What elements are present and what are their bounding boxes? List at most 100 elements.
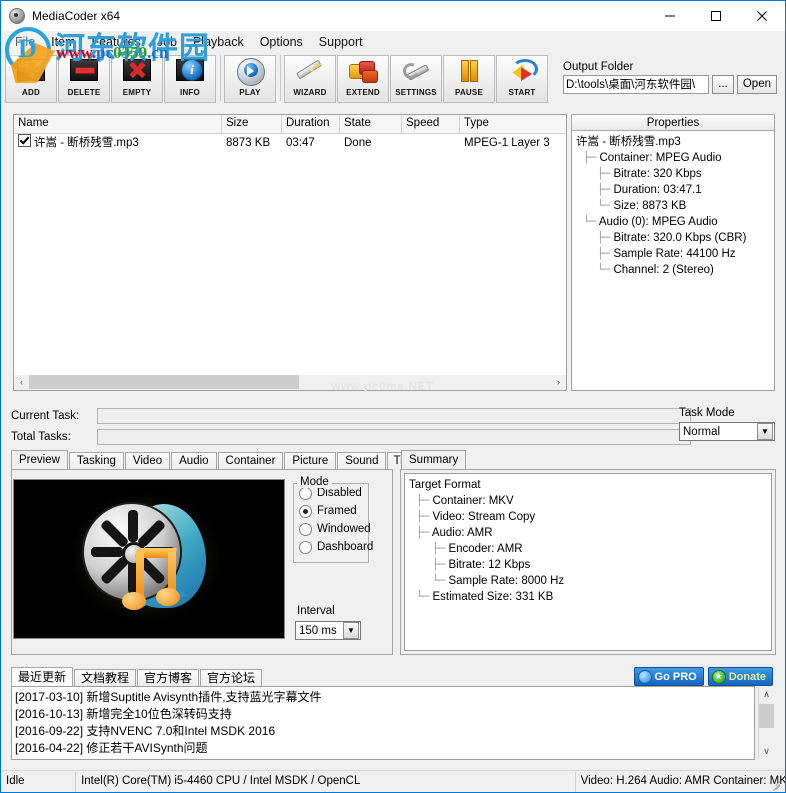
properties-tree-item: ├─ Sample Rate: 44100 Hz	[597, 247, 736, 260]
tab-tasking[interactable]: Tasking	[68, 452, 124, 470]
output-folder-open-button[interactable]: Open	[736, 75, 777, 94]
maximize-icon[interactable]	[693, 1, 739, 31]
empty-list-icon	[121, 58, 153, 88]
current-task-label: Current Task:	[11, 409, 80, 422]
file-list-hscrollbar[interactable]: ‹ ›	[13, 375, 567, 391]
file-checkbox[interactable]	[18, 134, 31, 147]
list-item[interactable]: [2016-10-13] 新增完全10位色深转码支持	[15, 706, 754, 723]
news-tab-official-forum[interactable]: 官方论坛	[200, 669, 263, 687]
output-folder-browse-button[interactable]: ...	[712, 75, 734, 94]
output-folder-input[interactable]: D:\tools\桌面\河东软件园\	[563, 75, 710, 94]
donate-button[interactable]: ★ Donate	[707, 667, 773, 686]
summary-tree[interactable]: Target Format ├─ Container: MKV ├─ Video…	[404, 473, 772, 651]
tab-picture[interactable]: Picture	[284, 452, 337, 470]
table-row[interactable]: 许嵩 - 断桥残雪.mp3 8873 KB 03:47 Done MPEG-1 …	[14, 134, 566, 154]
hscroll-thumb[interactable]	[29, 375, 299, 389]
toolbar-add-button[interactable]: ADD	[5, 55, 57, 103]
toolbar-pause-button[interactable]: PAUSE	[443, 55, 495, 103]
list-item[interactable]: [2017-03-10] 新增Suptitle Avisynth插件,支持蓝光字…	[15, 689, 754, 706]
output-folder-label: Output Folder	[563, 61, 634, 73]
properties-tree-item: ├─ Bitrate: 320 Kbps	[597, 167, 702, 180]
menu-playback[interactable]: Playback	[185, 33, 252, 51]
minimize-icon[interactable]	[647, 1, 693, 31]
toolbar-play-button[interactable]: PLAY	[224, 55, 276, 103]
news-tab-official-blog[interactable]: 官方博客	[137, 669, 200, 687]
column-header-type[interactable]: Type	[460, 115, 564, 133]
toolbar-extend-button[interactable]: EXTEND	[337, 55, 389, 103]
mode-option-windowed[interactable]: Windowed	[294, 520, 371, 538]
tab-summary[interactable]: Summary	[401, 450, 467, 470]
toolbar-play-label: PLAY	[239, 88, 261, 97]
news-tab-recent-updates[interactable]: 最近更新	[11, 667, 74, 687]
tab-audio[interactable]: Audio	[171, 452, 217, 470]
toolbar-add-label: ADD	[22, 88, 40, 97]
menu-features[interactable]: Features	[83, 33, 148, 51]
hscroll-track[interactable]	[29, 375, 551, 390]
close-icon[interactable]	[739, 1, 785, 31]
radio-framed-icon[interactable]	[299, 504, 312, 518]
chevron-down-icon[interactable]: ▼	[343, 622, 359, 639]
go-pro-button[interactable]: Go PRO	[633, 667, 704, 686]
window-controls	[647, 1, 785, 31]
radio-dashboard-icon[interactable]	[299, 540, 312, 554]
toolbar-settings-button[interactable]: SETTINGS	[390, 55, 442, 103]
toolbar-info-button[interactable]: i INFO	[164, 55, 216, 103]
list-item[interactable]: [2016-04-22] 修正若干AVISynth问题	[15, 740, 754, 757]
scroll-right-icon[interactable]: ›	[551, 375, 566, 389]
news-tab-documentation[interactable]: 文档教程	[74, 669, 137, 687]
list-item[interactable]: [2016-09-22] 支持NVENC 7.0和Intel MSDK 2016	[15, 723, 754, 740]
column-header-duration[interactable]: Duration	[282, 115, 340, 133]
summary-tabstrip: Summary	[401, 450, 467, 470]
interval-select[interactable]: 150 ms ▼	[295, 621, 361, 640]
column-header-name[interactable]: Name	[14, 115, 222, 133]
column-header-state[interactable]: State	[340, 115, 402, 133]
radio-disabled-icon[interactable]	[299, 486, 312, 500]
properties-tree[interactable]: 许嵩 - 断桥残雪.mp3 ├─ Container: MPEG Audio ├…	[571, 131, 775, 391]
vscroll-thumb[interactable]	[759, 704, 774, 728]
task-mode-select[interactable]: Normal ▼	[679, 422, 775, 441]
mode-option-dashboard[interactable]: Dashboard	[294, 538, 373, 556]
mode-dashboard-label: Dashboard	[317, 541, 374, 553]
menu-job[interactable]: Job	[149, 33, 185, 51]
puzzle-icon	[347, 58, 379, 88]
wrench-icon	[400, 58, 432, 88]
task-mode-value: Normal	[683, 425, 721, 438]
toolbar-wizard-label: WIZARD	[293, 88, 327, 97]
scroll-down-icon[interactable]: ∨	[759, 744, 774, 759]
toolbar-empty-button[interactable]: EMPTY	[111, 55, 163, 103]
radio-windowed-icon[interactable]	[299, 522, 312, 536]
toolbar-settings-label: SETTINGS	[395, 88, 437, 97]
settings-tabstrip: Preview Tasking Video Audio Container Pi…	[11, 450, 446, 470]
column-header-speed[interactable]: Speed	[402, 115, 460, 133]
status-hardware: Intel(R) Core(TM) i5-4460 CPU / Intel MS…	[76, 771, 576, 792]
file-name-cell[interactable]: 许嵩 - 断桥残雪.mp3	[14, 134, 222, 154]
news-list[interactable]: [2017-03-10] 新增Suptitle Avisynth插件,支持蓝光字…	[11, 686, 755, 760]
menu-file[interactable]: File	[7, 33, 43, 51]
news-vscrollbar[interactable]: ∧ ∨	[758, 687, 774, 759]
scroll-up-icon[interactable]: ∧	[759, 687, 774, 702]
mediacoder-window: MediaCoder x64 File Item Features Job Pl…	[0, 0, 786, 793]
promo-buttons: Go PRO ★ Donate	[633, 667, 773, 686]
tab-video[interactable]: Video	[124, 452, 171, 470]
menu-support[interactable]: Support	[311, 33, 371, 51]
summary-tree-item: ├─ Encoder: AMR	[432, 542, 523, 555]
title-bar: MediaCoder x64	[1, 1, 785, 31]
tab-container[interactable]: Container	[217, 452, 284, 470]
task-mode-group: Task Mode Normal ▼	[679, 407, 775, 441]
toolbar-start-button[interactable]: START	[496, 55, 548, 103]
status-state: Idle	[1, 771, 77, 792]
preview-surface[interactable]	[13, 479, 285, 639]
toolbar-wizard-button[interactable]: WIZARD	[284, 55, 336, 103]
scroll-left-icon[interactable]: ‹	[14, 375, 29, 389]
column-header-size[interactable]: Size	[222, 115, 282, 133]
toolbar-delete-button[interactable]: DELETE	[58, 55, 110, 103]
file-list[interactable]: Name Size Duration State Speed Type 许嵩 -…	[13, 114, 567, 391]
mode-option-framed[interactable]: Framed	[294, 502, 368, 520]
tab-sound[interactable]: Sound	[337, 452, 387, 470]
star-icon: ★	[711, 669, 726, 684]
resize-grip-icon[interactable]	[771, 778, 783, 792]
tab-preview[interactable]: Preview	[11, 450, 68, 470]
menu-options[interactable]: Options	[252, 33, 311, 51]
menu-item[interactable]: Item	[43, 33, 83, 51]
chevron-down-icon[interactable]: ▼	[757, 423, 773, 440]
